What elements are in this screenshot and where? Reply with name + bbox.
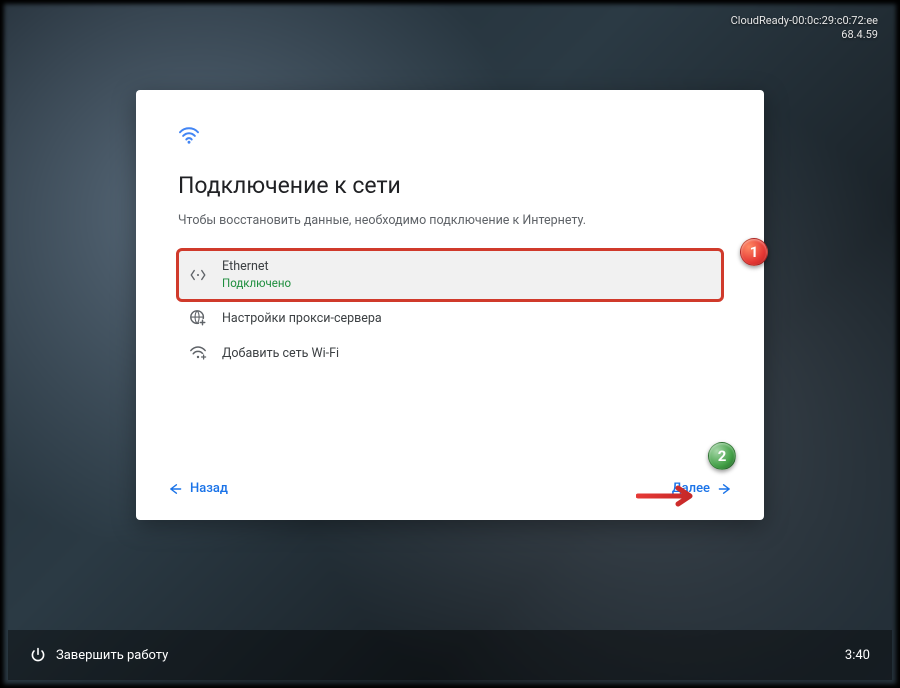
back-button[interactable]: Назад — [160, 475, 236, 502]
taskbar-clock[interactable]: 3:40 — [845, 648, 870, 663]
annotation-badge-2: 2 — [708, 442, 736, 470]
network-item-ethernet[interactable]: Ethernet Подключено — [178, 250, 722, 300]
annotation-badge-2-text: 2 — [718, 447, 727, 465]
shutdown-button[interactable]: Завершить работу — [30, 647, 168, 663]
overlay: CloudReady-00:0c:29:c0:72:ee 68.4.59 Под… — [4, 4, 896, 684]
network-list: Ethernet Подключено — [178, 250, 722, 370]
annotation-badge-1: 1 — [740, 238, 768, 266]
next-button[interactable]: Далее — [664, 475, 740, 502]
wifi-plus-icon — [188, 345, 208, 361]
ethernet-status: Подключено — [222, 276, 291, 292]
taskbar: Завершить работу 3:40 — [8, 630, 892, 680]
os-version: 68.4.59 — [731, 28, 878, 42]
add-wifi-label: Добавить сеть Wi-Fi — [222, 346, 339, 361]
power-icon — [30, 647, 46, 663]
card-footer: Назад Далее — [136, 461, 764, 520]
page-title: Подключение к сети — [178, 172, 722, 199]
ethernet-icon — [188, 268, 208, 282]
ethernet-label: Ethernet — [222, 259, 291, 276]
card-body: Подключение к сети Чтобы восстановить да… — [136, 90, 764, 461]
network-item-proxy[interactable]: Настройки прокси-сервера — [178, 300, 722, 336]
back-label: Назад — [190, 481, 228, 496]
app-frame: CloudReady-00:0c:29:c0:72:ee 68.4.59 Под… — [0, 0, 900, 688]
arrow-right-icon — [718, 483, 732, 495]
shutdown-label: Завершить работу — [56, 648, 168, 663]
page-subtitle: Чтобы восстановить данные, необходимо по… — [178, 213, 722, 228]
network-setup-card: Подключение к сети Чтобы восстановить да… — [136, 90, 764, 520]
proxy-label: Настройки прокси-сервера — [222, 311, 382, 326]
network-item-add-wifi[interactable]: Добавить сеть Wi-Fi — [178, 336, 722, 370]
annotation-badge-1-text: 1 — [750, 243, 759, 261]
hostname: CloudReady-00:0c:29:c0:72:ee — [731, 14, 878, 28]
system-info: CloudReady-00:0c:29:c0:72:ee 68.4.59 — [731, 14, 878, 43]
arrow-left-icon — [168, 483, 182, 495]
wifi-icon — [178, 126, 722, 144]
globe-plus-icon — [188, 309, 208, 327]
next-label: Далее — [672, 481, 710, 496]
